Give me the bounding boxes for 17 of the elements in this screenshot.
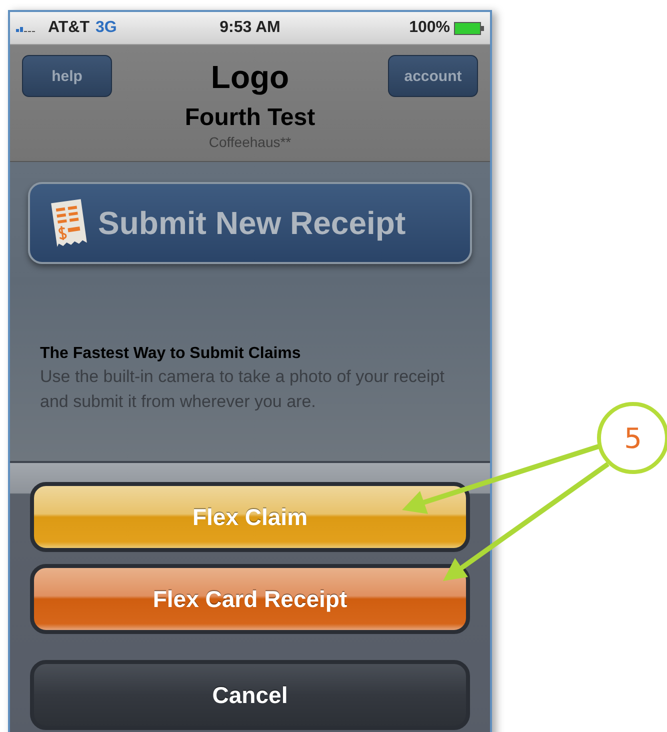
status-time: 9:53 AM [220, 19, 280, 37]
cancel-button[interactable]: Cancel [30, 660, 470, 730]
account-button[interactable]: account [388, 55, 478, 97]
receipt-icon [50, 197, 88, 249]
callout-number: 5 [597, 402, 667, 474]
help-button[interactable]: help [22, 55, 112, 97]
network-type: 3G [95, 19, 117, 37]
battery-icon [454, 22, 484, 34]
page-title: Fourth Test [184, 103, 316, 133]
page-subtitle: Coffeehaus** [208, 133, 292, 151]
logo-text: Logo [210, 59, 290, 95]
battery-percent: 100% [409, 19, 450, 37]
flex-card-receipt-button[interactable]: Flex Card Receipt [30, 564, 470, 634]
info-heading: The Fastest Way to Submit Claims [40, 344, 302, 364]
submit-receipt-button[interactable]: Submit New Receipt [28, 182, 472, 264]
carrier-name: AT&T [48, 19, 90, 37]
flex-claim-button[interactable]: Flex Claim [30, 482, 470, 552]
